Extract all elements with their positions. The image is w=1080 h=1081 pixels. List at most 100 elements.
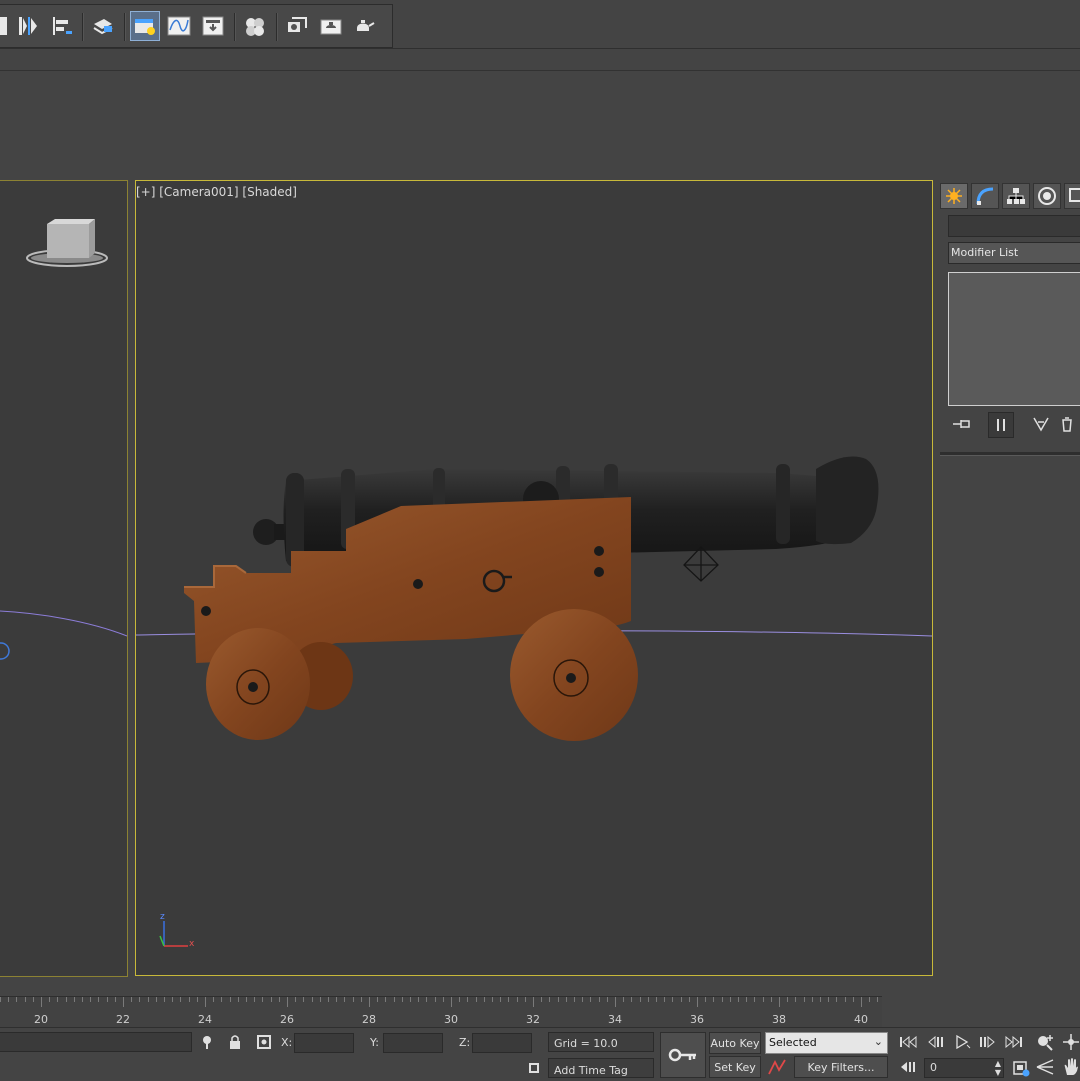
timeline-minor-tick [148, 997, 149, 1002]
curve-editor-icon[interactable] [164, 11, 194, 41]
show-end-result-icon[interactable] [988, 412, 1014, 438]
timeline-minor-tick [804, 997, 805, 1002]
timeline-tick-label: 34 [608, 1013, 622, 1026]
go-to-start-icon[interactable] [896, 1032, 920, 1052]
timeline-minor-tick [336, 997, 337, 1002]
modify-tab-icon[interactable] [971, 183, 999, 209]
zoom-extents-icon[interactable] [1034, 1032, 1056, 1052]
axis-gizmo: z x [159, 912, 195, 949]
y-coordinate-field[interactable] [383, 1033, 443, 1053]
render-production-icon[interactable] [350, 11, 380, 41]
timeline-minor-tick [426, 997, 427, 1002]
key-mode-toggle-icon[interactable] [896, 1057, 920, 1077]
timeline-minor-tick [484, 997, 485, 1002]
next-frame-icon[interactable] [975, 1032, 999, 1052]
timeline-minor-tick [230, 997, 231, 1002]
set-key-button[interactable]: Set Key [709, 1056, 761, 1078]
orbit-icon[interactable] [1060, 1032, 1080, 1052]
curve-icon[interactable] [765, 1057, 789, 1077]
isolate-selection-icon[interactable] [198, 1032, 216, 1052]
time-tag-icon[interactable] [525, 1059, 543, 1077]
timeline-tick-label: 38 [772, 1013, 786, 1026]
timeline-minor-tick [820, 997, 821, 1002]
timeline-minor-tick [672, 997, 673, 1002]
x-label: X: [281, 1036, 293, 1049]
timeline-minor-tick [795, 997, 796, 1002]
current-frame-field[interactable]: 0 ▲ ▼ [924, 1058, 1004, 1078]
timeline-minor-tick [746, 997, 747, 1002]
front-wheel [510, 609, 638, 741]
object-name-field[interactable] [948, 215, 1080, 237]
axis-z-label: z [160, 912, 165, 922]
timeline-minor-tick [861, 997, 862, 1002]
display-tab-icon[interactable] [1064, 183, 1080, 209]
left-viewport[interactable] [0, 180, 128, 977]
pin-stack-icon[interactable] [950, 414, 972, 434]
timeline-minor-tick [164, 997, 165, 1002]
set-key-mode-button[interactable] [660, 1032, 706, 1078]
timeline-minor-tick [139, 997, 140, 1002]
timeline-tick-label: 30 [444, 1013, 458, 1026]
timeline-minor-tick [599, 997, 600, 1002]
timeline-minor-tick [287, 997, 288, 1002]
add-time-tag-field[interactable]: Add Time Tag [548, 1058, 654, 1078]
key-selection-dropdown[interactable]: Selected ⌄ [765, 1032, 888, 1054]
remove-modifier-icon[interactable] [1056, 414, 1078, 434]
timeline-minor-tick [558, 997, 559, 1002]
absolute-mode-icon[interactable] [254, 1032, 274, 1052]
make-unique-icon[interactable] [1030, 414, 1052, 434]
motion-tab-icon[interactable] [1033, 183, 1061, 209]
timeline-minor-tick [410, 997, 411, 1002]
timeline-track[interactable]: 20 22 24 26 28 30 32 34 36 38 40 [0, 996, 882, 1027]
timeline-tick-label: 28 [362, 1013, 376, 1026]
timeline-minor-tick [66, 997, 67, 1002]
timeline-minor-tick [197, 997, 198, 1002]
timeline-minor-tick [82, 997, 83, 1002]
rendered-frame-window-icon[interactable] [316, 11, 346, 41]
previous-frame-icon[interactable] [924, 1032, 948, 1052]
frame-spinner-icon[interactable]: ▲ ▼ [995, 1059, 1001, 1077]
toolbar-group [0, 4, 393, 48]
timeline-minor-tick [49, 997, 50, 1002]
hierarchy-tab-icon[interactable] [1002, 183, 1030, 209]
material-editor-icon[interactable] [240, 11, 270, 41]
axis-x-label: x [189, 939, 195, 949]
chevron-down-icon: ⌄ [873, 1035, 883, 1048]
field-of-view-icon[interactable] [1034, 1057, 1056, 1077]
selection-lock-icon[interactable] [226, 1032, 244, 1052]
x-coordinate-field[interactable] [294, 1033, 354, 1053]
auto-key-button[interactable]: Auto Key [709, 1032, 761, 1054]
go-to-end-icon[interactable] [1002, 1032, 1026, 1052]
pan-view-icon[interactable] [1060, 1057, 1080, 1077]
create-tab-icon[interactable] [940, 183, 968, 209]
camera-viewport[interactable]: [+] [Camera001] [Shaded] z x [135, 180, 933, 976]
time-configuration-icon[interactable] [1010, 1058, 1032, 1078]
timeline-minor-tick [90, 997, 91, 1002]
modifier-stack[interactable] [948, 272, 1080, 406]
scene-explorer-icon[interactable] [130, 11, 160, 41]
play-icon[interactable] [950, 1032, 974, 1052]
timeline-minor-tick [623, 997, 624, 1002]
render-setup-icon[interactable] [282, 11, 312, 41]
timeline-tick-label: 22 [116, 1013, 130, 1026]
modifier-list-dropdown[interactable]: Modifier List [948, 242, 1080, 264]
ground-line [0, 610, 128, 637]
timeline-minor-tick [582, 997, 583, 1002]
layer-manager-icon[interactable] [88, 11, 118, 41]
z-coordinate-field[interactable] [472, 1033, 532, 1053]
align-icon[interactable] [48, 11, 78, 41]
key-filters-button[interactable]: Key Filters... [794, 1056, 888, 1078]
timeline-minor-tick [476, 997, 477, 1002]
mirror-icon[interactable] [14, 11, 44, 41]
schematic-view-icon[interactable] [198, 11, 228, 41]
timeline-minor-tick [320, 997, 321, 1002]
timeline-minor-tick [180, 997, 181, 1002]
timeline-minor-tick [779, 997, 780, 1002]
timeline-minor-tick [262, 997, 263, 1002]
left-viewport-canvas [0, 219, 128, 660]
timeline-minor-tick [418, 997, 419, 1002]
ribbon-divider [0, 70, 1080, 71]
viewcube-icon [26, 219, 108, 267]
maxscript-listener-field[interactable] [0, 1032, 192, 1052]
timeline-minor-tick [500, 997, 501, 1002]
